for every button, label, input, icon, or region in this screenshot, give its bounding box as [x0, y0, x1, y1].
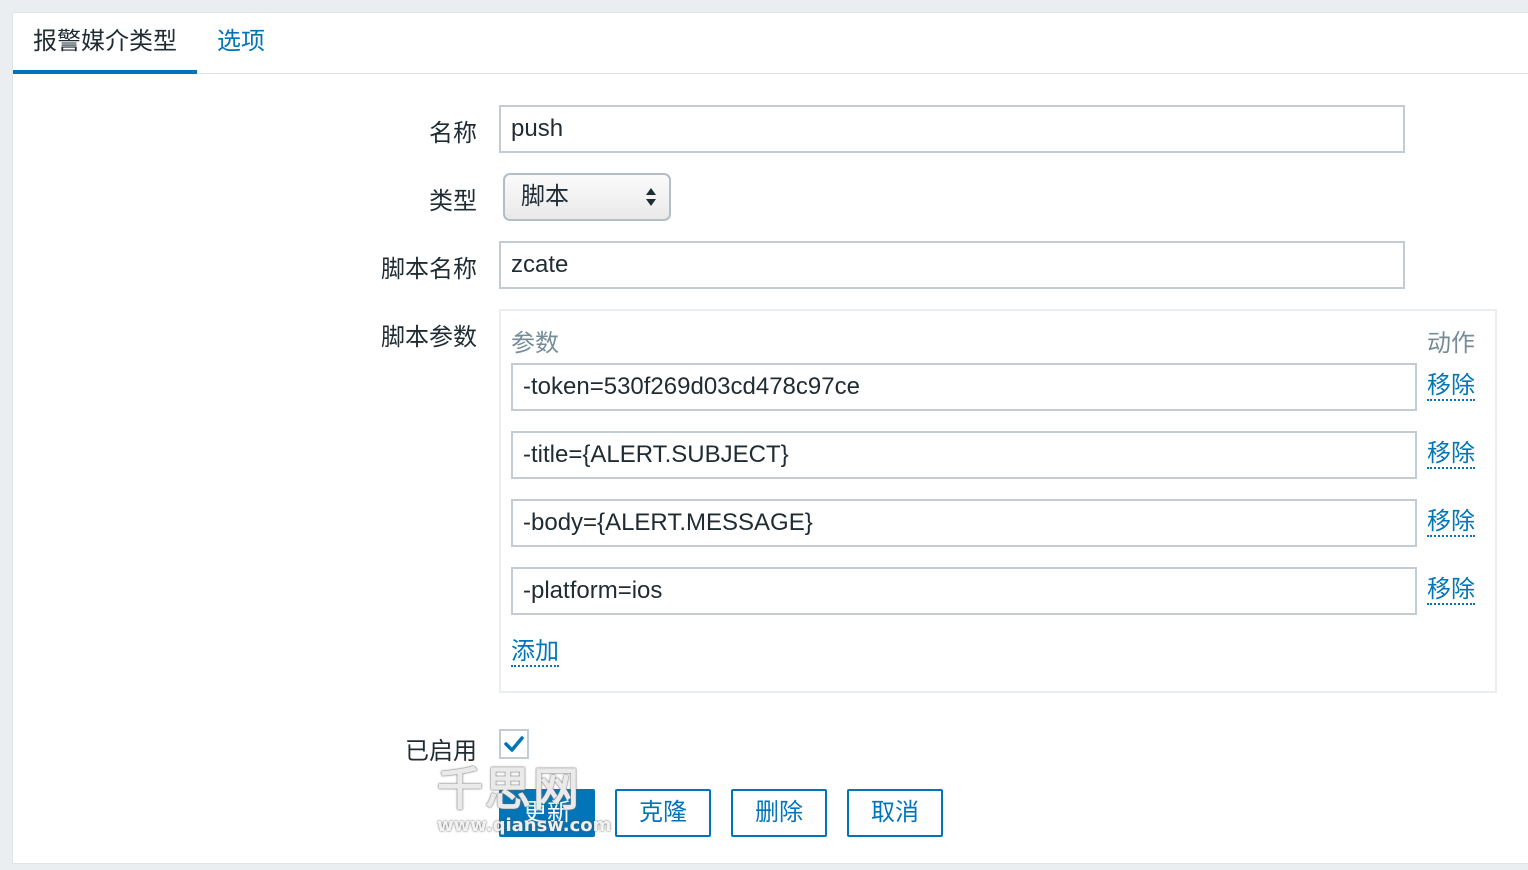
tab-media-type[interactable]: 报警媒介类型	[13, 13, 197, 74]
type-select[interactable]: 脚本	[503, 173, 671, 221]
update-button[interactable]: 更新	[499, 789, 595, 837]
params-column-header: 参数	[511, 330, 559, 357]
param-input[interactable]: -title={ALERT.SUBJECT}	[511, 431, 1417, 479]
enabled-checkbox[interactable]	[499, 729, 529, 759]
clone-button[interactable]: 克隆	[615, 789, 711, 837]
checkmark-icon	[504, 736, 524, 752]
action-column-header: 动作	[1427, 330, 1475, 357]
cancel-button[interactable]: 取消	[847, 789, 943, 837]
remove-param-link[interactable]: 移除	[1427, 509, 1475, 537]
delete-button[interactable]: 删除	[731, 789, 827, 837]
media-type-panel: 报警媒介类型 选项 名称 类型 脚本 脚本名称 脚本参数 参数 动作 -toke…	[12, 12, 1528, 864]
remove-param-link[interactable]: 移除	[1427, 441, 1475, 469]
tab-options[interactable]: 选项	[197, 13, 285, 74]
param-input[interactable]: -platform=ios	[511, 567, 1417, 615]
script-params-label: 脚本参数	[381, 324, 477, 351]
script-name-label: 脚本名称	[381, 256, 477, 283]
enabled-label: 已启用	[405, 738, 477, 765]
add-param-link[interactable]: 添加	[511, 639, 559, 667]
name-input[interactable]	[499, 105, 1405, 153]
remove-param-link[interactable]: 移除	[1427, 577, 1475, 605]
type-select-value: 脚本	[521, 183, 569, 210]
tab-bar: 报警媒介类型 选项	[13, 13, 1528, 74]
param-input[interactable]: -body={ALERT.MESSAGE}	[511, 499, 1417, 547]
script-params-table: 参数 动作 -token=530f269d03cd478c97ce 移除 -ti…	[499, 309, 1497, 693]
name-label: 名称	[429, 120, 477, 147]
script-name-input[interactable]	[499, 241, 1405, 289]
remove-param-link[interactable]: 移除	[1427, 373, 1475, 401]
type-label: 类型	[429, 188, 477, 215]
select-arrows-icon	[646, 188, 656, 206]
param-input[interactable]: -token=530f269d03cd478c97ce	[511, 363, 1417, 411]
